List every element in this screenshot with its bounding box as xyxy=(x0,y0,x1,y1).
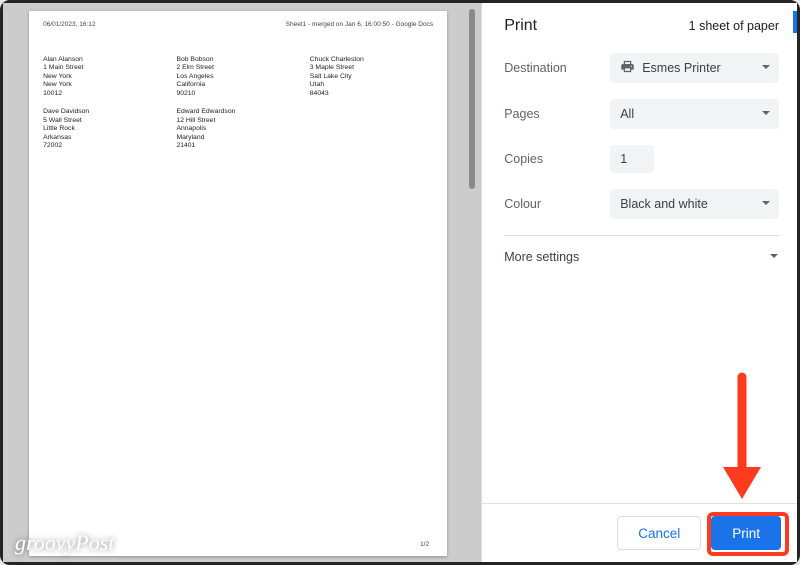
preview-page-header: 06/01/2023, 16:12 Sheet1 - merged on Jan… xyxy=(43,21,433,28)
label-line: Los Angeles xyxy=(176,73,299,81)
pages-value: All xyxy=(620,107,634,121)
label-line: Maryland xyxy=(176,134,299,142)
label-line: 2 Elm Street xyxy=(176,64,299,72)
label-block: Edward Edwardson 12 Hill Street Annapoli… xyxy=(176,108,299,150)
print-button[interactable]: Print xyxy=(711,516,781,550)
copies-input[interactable]: 1 xyxy=(610,145,654,173)
label-line: New York xyxy=(43,81,166,89)
destination-label: Destination xyxy=(504,61,610,75)
preview-timestamp: 06/01/2023, 16:12 xyxy=(43,21,95,28)
label-line: 12 Hill Street xyxy=(176,117,299,125)
cancel-button[interactable]: Cancel xyxy=(617,516,701,550)
label-line: Edward Edwardson xyxy=(176,108,299,116)
more-settings-toggle[interactable]: More settings xyxy=(504,250,779,278)
chevron-down-icon xyxy=(769,250,779,264)
label-line: 84043 xyxy=(310,90,433,98)
pages-select[interactable]: All xyxy=(610,99,779,129)
accent-strip xyxy=(793,11,797,33)
watermark: groovyPost xyxy=(15,530,114,556)
label-line: Dave Davidson xyxy=(43,108,166,116)
print-preview-pane: 06/01/2023, 16:12 Sheet1 - merged on Jan… xyxy=(3,3,481,562)
label-block: Alan Alanson 1 Main Street New York New … xyxy=(43,56,166,98)
chevron-down-icon xyxy=(761,61,771,75)
colour-label: Colour xyxy=(504,197,610,211)
more-settings-label: More settings xyxy=(504,250,579,264)
label-line: Arkansas xyxy=(43,134,166,142)
label-block: Dave Davidson 5 Wall Street Little Rock … xyxy=(43,108,166,150)
label-line: Salt Lake City xyxy=(310,73,433,81)
label-line: Alan Alanson xyxy=(43,56,166,64)
printer-icon xyxy=(620,59,635,77)
copies-label: Copies xyxy=(504,152,610,166)
panel-title: Print xyxy=(504,17,537,35)
colour-value: Black and white xyxy=(620,197,708,211)
label-line: 3 Maple Street xyxy=(310,64,433,72)
print-settings-panel: Print 1 sheet of paper Destination Esmes… xyxy=(481,3,797,562)
preview-page: 06/01/2023, 16:12 Sheet1 - merged on Jan… xyxy=(29,11,447,556)
label-line: Little Rock xyxy=(43,125,166,133)
label-line: Annapolis xyxy=(176,125,299,133)
labels-grid: Alan Alanson 1 Main Street New York New … xyxy=(43,56,433,151)
chevron-down-icon xyxy=(761,197,771,211)
label-line: Utah xyxy=(310,81,433,89)
label-block: Bob Bobson 2 Elm Street Los Angeles Cali… xyxy=(176,56,299,98)
label-line: 72002 xyxy=(43,142,166,150)
destination-value: Esmes Printer xyxy=(642,61,721,75)
chevron-down-icon xyxy=(761,107,771,121)
label-line: Chuck Charleston xyxy=(310,56,433,64)
dialog-actions: Cancel Print xyxy=(482,503,797,562)
label-line: 1 Main Street xyxy=(43,64,166,72)
destination-select[interactable]: Esmes Printer xyxy=(610,53,779,83)
preview-page-number: 1/2 xyxy=(420,541,429,548)
copies-value: 1 xyxy=(620,152,627,166)
sheet-count: 1 sheet of paper xyxy=(689,19,779,33)
label-line: 10012 xyxy=(43,90,166,98)
preview-scrollbar[interactable] xyxy=(469,9,475,189)
preview-doc-title: Sheet1 - merged on Jan 6, 16:00:50 - Goo… xyxy=(286,21,433,28)
label-line: 21401 xyxy=(176,142,299,150)
label-line: Bob Bobson xyxy=(176,56,299,64)
label-block: Chuck Charleston 3 Maple Street Salt Lak… xyxy=(310,56,433,98)
label-line: New York xyxy=(43,73,166,81)
label-line: California xyxy=(176,81,299,89)
label-line: 90210 xyxy=(176,90,299,98)
divider xyxy=(504,235,779,236)
label-line: 5 Wall Street xyxy=(43,117,166,125)
pages-label: Pages xyxy=(504,107,610,121)
colour-select[interactable]: Black and white xyxy=(610,189,779,219)
